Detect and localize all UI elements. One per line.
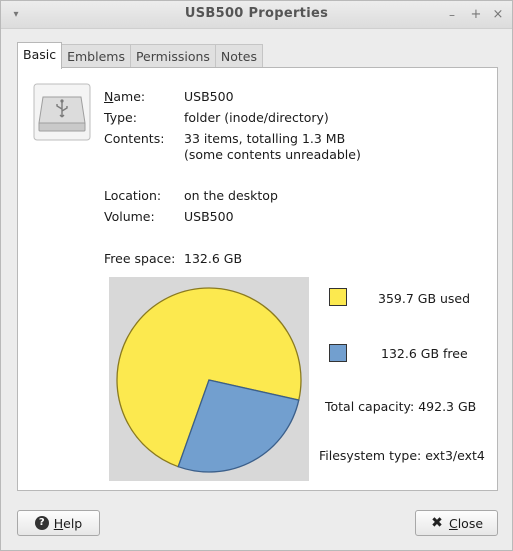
- maximize-button[interactable]: +: [468, 7, 484, 23]
- location-value: on the desktop: [184, 188, 278, 203]
- usage-pie-svg: [116, 287, 302, 473]
- type-label: Type:: [104, 110, 137, 125]
- used-label: 359.7 GB used: [378, 291, 471, 306]
- tab-basic[interactable]: Basic: [17, 42, 63, 69]
- name-label: Name:: [104, 89, 146, 104]
- properties-window: ▾ USB500 Properties – + × Basic Emblems …: [0, 0, 513, 551]
- help-button[interactable]: ? Help: [17, 510, 100, 536]
- tab-permissions[interactable]: Permissions: [129, 44, 216, 68]
- help-label-rest: elp: [63, 515, 83, 531]
- window-title: USB500 Properties: [184, 6, 329, 21]
- location-label: Location:: [104, 188, 162, 203]
- close-icon: ✖: [431, 515, 443, 531]
- tab-notes[interactable]: Notes: [214, 44, 264, 68]
- close-label: Close: [448, 515, 484, 531]
- contents-value-line2: (some contents unreadable): [184, 147, 361, 162]
- used-swatch: [329, 288, 347, 306]
- usage-pie-chart: [109, 277, 309, 481]
- free-space-value: 132.6 GB: [184, 251, 243, 266]
- close-button[interactable]: ✖ Close: [415, 510, 498, 536]
- free-label: 132.6 GB free: [381, 346, 468, 361]
- contents-label: Contents:: [104, 131, 165, 146]
- help-label: Help: [53, 515, 83, 531]
- usb-drive-icon: [33, 83, 91, 141]
- tab-bar: Basic Emblems Permissions Notes: [17, 42, 264, 69]
- minimize-button[interactable]: –: [444, 7, 460, 23]
- free-swatch: [329, 344, 347, 362]
- name-label-rest: ame:: [113, 89, 146, 104]
- tab-emblems[interactable]: Emblems: [61, 44, 131, 68]
- help-icon: ?: [34, 516, 49, 530]
- name-value[interactable]: USB500: [184, 89, 234, 104]
- contents-value-line1: 33 items, totalling 1.3 MB: [184, 131, 346, 146]
- basic-panel: Name: USB500 Type: folder (inode/directo…: [17, 67, 498, 491]
- volume-label: Volume:: [104, 209, 155, 224]
- close-window-button[interactable]: ×: [490, 7, 506, 23]
- close-label-rest: lose: [457, 515, 484, 531]
- total-capacity: Total capacity: 492.3 GB: [325, 399, 477, 414]
- volume-value: USB500: [184, 209, 234, 224]
- type-value: folder (inode/directory): [184, 110, 329, 125]
- filesystem-type: Filesystem type: ext3/ext4: [319, 448, 485, 463]
- free-space-label: Free space:: [104, 251, 176, 266]
- title-bar[interactable]: ▾ USB500 Properties – + ×: [1, 1, 512, 29]
